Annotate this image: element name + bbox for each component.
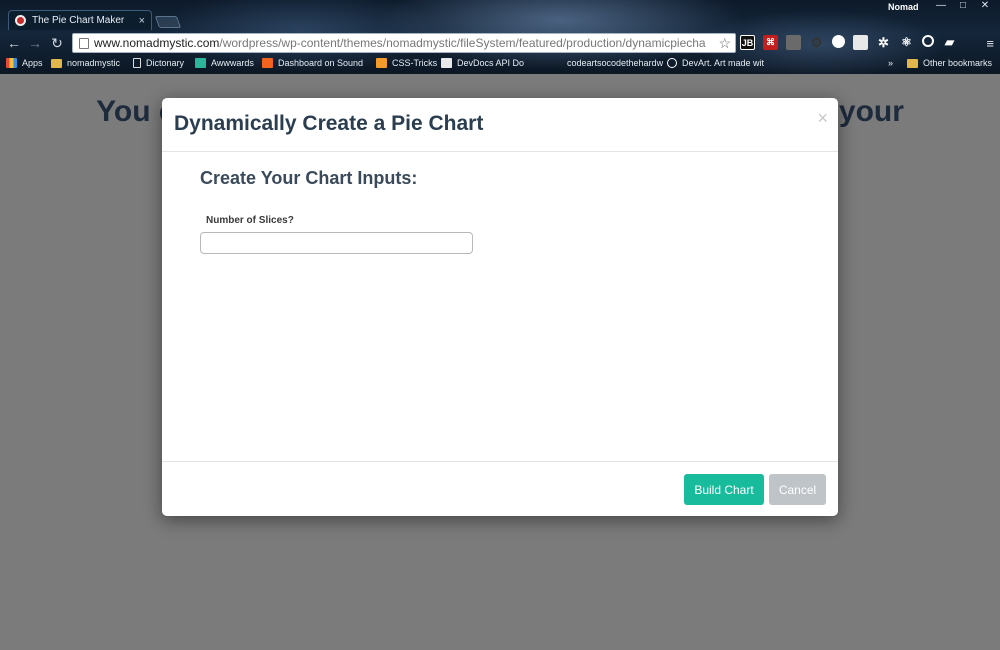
extension-icons: JB ⌘ ⚙ ✲ ⚛ ▰ (740, 35, 965, 50)
bookmark-codeartso[interactable]: codeartsocodethehardw (556, 58, 663, 68)
section-heading: Create Your Chart Inputs: (200, 168, 418, 188)
bookmark-label: CSS-Tricks (392, 58, 438, 68)
tab-close-icon[interactable]: × (139, 15, 145, 27)
tab-favicon-icon (15, 15, 26, 26)
new-tab-button[interactable] (154, 16, 182, 28)
modal-footer: Build Chart Cancel (162, 461, 838, 516)
bookmark-star-icon[interactable]: ☆ (718, 35, 731, 52)
invision-extension-icon[interactable] (786, 35, 801, 50)
settings-extension-icon[interactable]: ✲ (876, 35, 891, 50)
minimize-icon[interactable]: — (930, 0, 952, 14)
circle-extension-icon[interactable] (832, 35, 845, 48)
soundcloud-icon (262, 58, 273, 68)
modal-body: Create Your Chart Inputs: Number of Slic… (162, 152, 838, 460)
bookmark-label: DevArt. Art made wit (682, 58, 765, 68)
bookmark-label: Awwwards (211, 58, 254, 68)
profile-name[interactable]: Nomad (888, 2, 919, 12)
bookmark-soundcloud[interactable]: Dashboard on Sound (262, 58, 363, 68)
devdocs-icon (441, 58, 452, 68)
browser-tab[interactable]: The Pie Chart Maker × (8, 10, 152, 30)
bookmark-label: DevDocs API Do (457, 58, 525, 68)
devart-icon (667, 58, 677, 68)
css-tricks-icon (376, 58, 387, 68)
cancel-button[interactable]: Cancel (769, 474, 826, 505)
grid-extension-icon[interactable] (853, 35, 868, 50)
bookmark-awwwards[interactable]: Awwwards (195, 58, 254, 68)
awwwards-icon (195, 58, 206, 68)
jetbrains-extension-icon[interactable]: JB (740, 35, 755, 50)
modal-header: Dynamically Create a Pie Chart × (162, 98, 838, 152)
maximize-icon[interactable]: □ (952, 0, 974, 14)
build-chart-button[interactable]: Build Chart (684, 474, 764, 505)
folder-icon (51, 58, 62, 68)
window-extension-icon[interactable]: ▰ (942, 35, 957, 50)
bookmark-label: Other bookmarks (923, 58, 993, 68)
other-bookmarks[interactable]: Other bookmarks (907, 58, 992, 68)
slices-input[interactable] (200, 232, 473, 254)
forward-arrow-icon[interactable]: → (27, 35, 43, 51)
react-extension-icon[interactable]: ⚛ (899, 35, 914, 50)
menu-icon[interactable]: ≡ (986, 36, 994, 51)
close-icon[interactable]: × (817, 108, 828, 129)
bookmark-dictonary[interactable]: Dictonary (133, 58, 184, 68)
gear-extension-icon[interactable]: ⚙ (809, 35, 824, 50)
title-bar: The Pie Chart Maker × Nomad — □ ✕ (0, 0, 1000, 30)
close-window-icon[interactable]: ✕ (974, 0, 996, 14)
bookmark-devdocs[interactable]: DevDocs API Do (441, 58, 524, 68)
url-host: www.nomadmystic.com (94, 36, 220, 50)
bookmark-label: codeartsocodethehardw (567, 58, 664, 68)
page-icon (556, 58, 562, 68)
ring-extension-icon[interactable] (922, 35, 934, 47)
pie-chart-modal: Dynamically Create a Pie Chart × Create … (162, 98, 838, 516)
bookmark-css-tricks[interactable]: CSS-Tricks (376, 58, 437, 68)
bookmark-label: Dictonary (146, 58, 185, 68)
bookmark-devart[interactable]: DevArt. Art made wit (667, 58, 764, 68)
address-bar[interactable]: www.nomadmystic.com /wordpress/wp-conten… (72, 33, 736, 53)
modal-title: Dynamically Create a Pie Chart (174, 112, 484, 135)
page-icon (133, 58, 141, 68)
window-controls: — □ ✕ (930, 0, 996, 14)
bookmark-apps[interactable]: Apps (6, 58, 43, 68)
browser-chrome: The Pie Chart Maker × Nomad — □ ✕ ← → ↻ … (0, 0, 1000, 74)
back-arrow-icon[interactable]: ← (6, 35, 22, 51)
bookmark-label: Apps (22, 58, 43, 68)
url-path: /wordpress/wp-content/themes/nomadmystic… (219, 36, 706, 50)
page-info-icon[interactable] (79, 37, 89, 49)
slices-label: Number of Slices? (206, 215, 294, 226)
apps-grid-icon (6, 58, 17, 68)
bookmarks-bar: Apps nomadmystic Dictonary Awwwards Dash… (0, 56, 1000, 72)
bookmarks-overflow-button[interactable]: » (888, 58, 893, 68)
tab-title: The Pie Chart Maker (32, 15, 125, 26)
bookmark-nomadmystic[interactable]: nomadmystic (51, 58, 120, 68)
pdf-extension-icon[interactable]: ⌘ (763, 35, 778, 50)
browser-toolbar: ← → ↻ www.nomadmystic.com /wordpress/wp-… (0, 31, 1000, 55)
reload-icon[interactable]: ↻ (49, 35, 65, 51)
bookmark-label: nomadmystic (67, 58, 121, 68)
bookmark-label: Dashboard on Sound (278, 58, 364, 68)
folder-icon (907, 58, 918, 68)
